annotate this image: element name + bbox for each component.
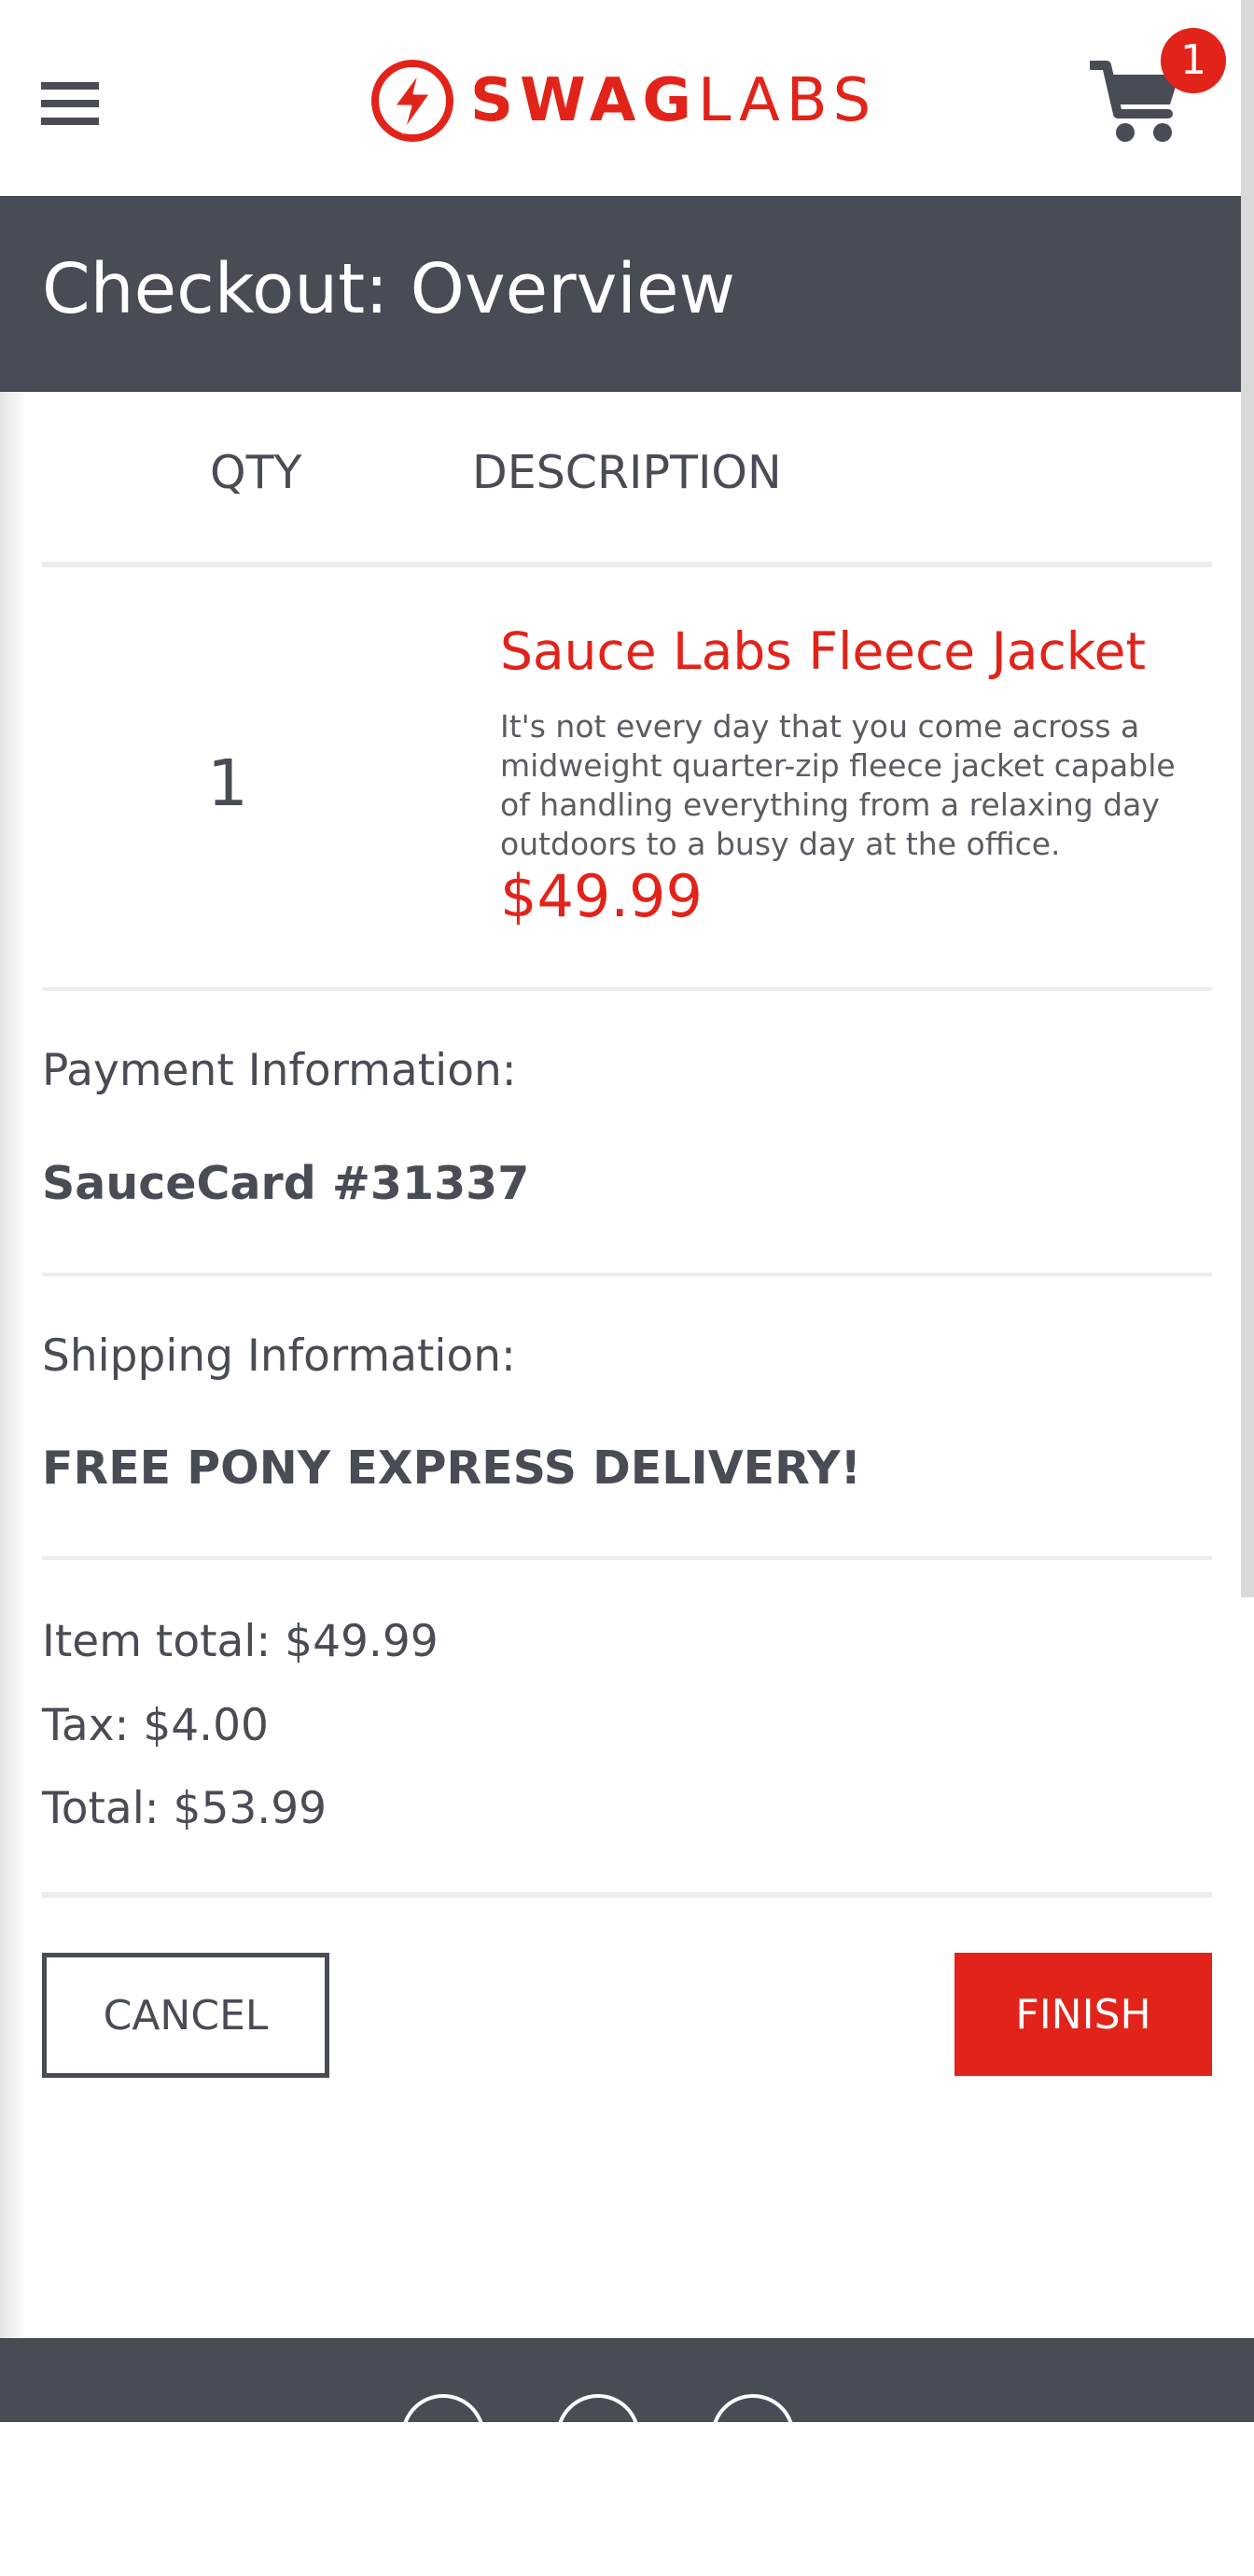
cancel-button[interactable]: CANCEL <box>42 1953 329 2078</box>
divider <box>42 1892 1212 1898</box>
hamburger-menu-icon[interactable] <box>41 82 99 125</box>
logo-text: SWAGLABS <box>470 66 878 135</box>
finish-button[interactable]: FINISH <box>954 1953 1212 2076</box>
divider <box>42 1556 1212 1560</box>
header: SWAGLABS 1 <box>0 0 1241 196</box>
divider <box>42 987 1212 991</box>
cart-count-badge[interactable]: 1 <box>1161 28 1226 93</box>
description-column-header: DESCRIPTION <box>472 446 782 499</box>
scrollbar[interactable] <box>1241 0 1254 1597</box>
page-title-bar: Checkout: Overview <box>0 196 1241 392</box>
shipping-info-value: FREE PONY EXPRESS DELIVERY! <box>42 1441 862 1495</box>
item-quantity: 1 <box>207 746 248 821</box>
item-total: Item total: $49.99 <box>42 1616 439 1667</box>
page-title: Checkout: Overview <box>42 249 736 329</box>
item-name-link[interactable]: Sauce Labs Fleece Jacket <box>500 621 1146 681</box>
payment-info-value: SauceCard #31337 <box>42 1157 530 1210</box>
divider <box>42 562 1212 567</box>
facebook-icon[interactable] <box>556 2394 640 2422</box>
item-description: It's not every day that you come across … <box>500 708 1176 862</box>
tax-total: Tax: $4.00 <box>42 1700 269 1751</box>
grand-total: Total: $53.99 <box>42 1783 327 1834</box>
linkedin-icon[interactable] <box>711 2394 795 2422</box>
footer <box>0 2338 1254 2422</box>
app-screen: SWAGLABS 1 Checkout: Overview QTY DESCRI… <box>0 0 1254 2422</box>
shipping-info-label: Shipping Information: <box>42 1330 516 1382</box>
bolt-logo-icon <box>371 60 453 142</box>
swag-labs-logo: SWAGLABS <box>371 58 877 144</box>
twitter-icon[interactable] <box>401 2394 485 2422</box>
item-price: $49.99 <box>500 862 703 930</box>
qty-column-header: QTY <box>210 446 302 499</box>
divider <box>42 1273 1212 1276</box>
payment-info-label: Payment Information: <box>42 1045 517 1096</box>
